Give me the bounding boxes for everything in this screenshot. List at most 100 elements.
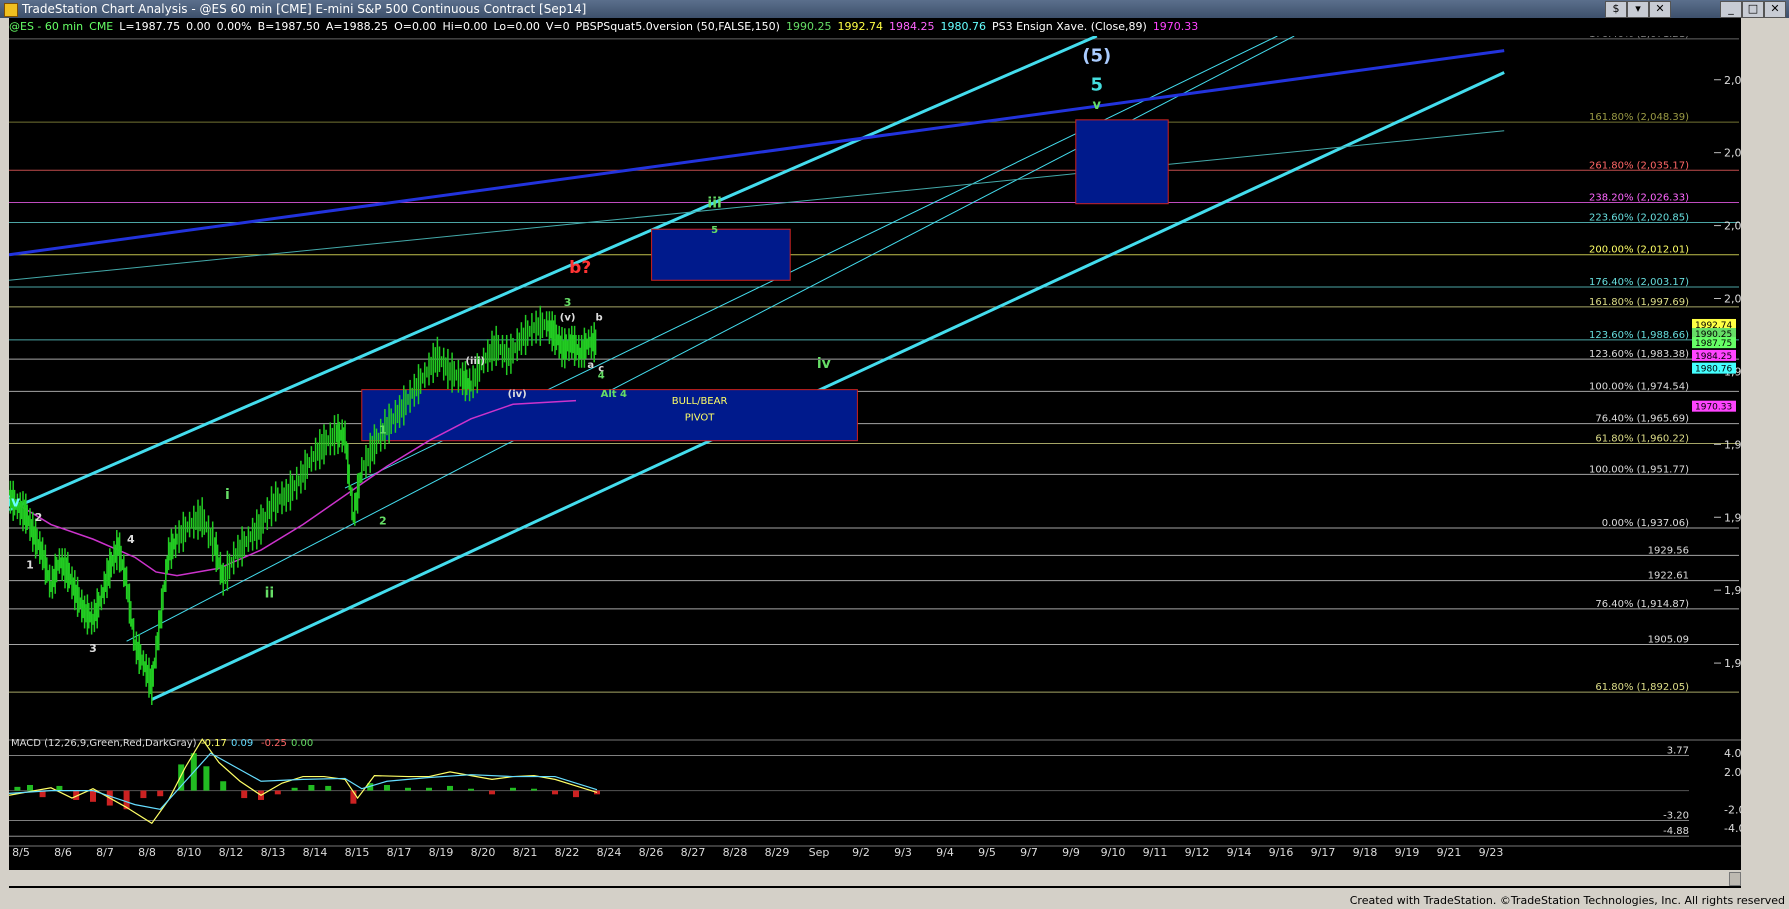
date-label: 9/10 bbox=[1101, 846, 1126, 859]
minimize-button[interactable]: _ bbox=[1720, 1, 1742, 18]
wave-label: 2 bbox=[379, 515, 387, 528]
wave-label: 1 bbox=[379, 423, 387, 436]
macd-signal-line bbox=[8, 752, 598, 810]
high-price: Hi=0.00 bbox=[442, 20, 488, 33]
ask-price: A=1988.25 bbox=[325, 20, 389, 33]
fib-level-label: 1929.56 bbox=[1648, 545, 1689, 556]
price-tick-label: 2,020.00 bbox=[1724, 220, 1741, 233]
indicator2-value: 1970.33 bbox=[1152, 20, 1199, 33]
date-label: 9/21 bbox=[1437, 846, 1462, 859]
wave-label: 1 bbox=[26, 558, 34, 571]
title-bar: TradeStation Chart Analysis - @ES 60 min… bbox=[0, 0, 1789, 18]
low-price: Lo=0.00 bbox=[493, 20, 540, 33]
fib-level-label: 61.80% (1,892.05) bbox=[1595, 682, 1689, 693]
fib-level-label: 100.00% (1,951.77) bbox=[1589, 464, 1689, 475]
date-label: 8/14 bbox=[303, 846, 328, 859]
date-label: 8/13 bbox=[261, 846, 286, 859]
price-tag-label: 1970.33 bbox=[1695, 403, 1732, 413]
macd-label: MACD (12,26,9,Green,Red,DarkGray) bbox=[11, 738, 197, 749]
wave-label: iv bbox=[9, 494, 20, 510]
scroll-thumb[interactable] bbox=[1729, 872, 1741, 886]
macd-tick-label: -2.00 bbox=[1724, 803, 1741, 816]
copyright-footer: Created with TradeStation. ©TradeStation… bbox=[1349, 894, 1785, 907]
price-tick-label: 2,040.00 bbox=[1724, 147, 1741, 160]
wave-label: b bbox=[596, 312, 603, 323]
macd-histogram-bar bbox=[426, 787, 432, 791]
price-chart[interactable]: 176.40% (2,071.21)161.80% (2,048.39)261.… bbox=[6, 16, 1773, 888]
change-percent: 0.00% bbox=[216, 20, 252, 33]
date-label: 9/19 bbox=[1395, 846, 1420, 859]
date-label: 9/23 bbox=[1479, 846, 1504, 859]
macd-histogram-bar bbox=[384, 784, 390, 791]
dropdown-button[interactable]: ▾ bbox=[1627, 1, 1649, 18]
macd-histogram-bar bbox=[405, 787, 411, 791]
wave-label: (iii) bbox=[1079, 36, 1114, 37]
wave-label: (5) bbox=[1082, 46, 1111, 67]
wave-label: 5 bbox=[1091, 75, 1104, 96]
symbol-info-bar: @ES - 60 min CME L=1987.75 0.00 0.00% B=1987.… bbox=[9, 18, 1741, 36]
date-label: 8/12 bbox=[219, 846, 244, 859]
volume: V=0 bbox=[545, 20, 570, 33]
horizontal-scrollbar[interactable] bbox=[9, 870, 1741, 886]
macd-tick-label: -4.00 bbox=[1724, 822, 1741, 835]
fib-level-label: 161.80% (1,997.69) bbox=[1589, 297, 1689, 308]
fib-level-label: 1905.09 bbox=[1648, 635, 1689, 646]
macd-histogram-bar bbox=[552, 790, 558, 795]
fib-level-label: 200.00% (2,012.01) bbox=[1589, 245, 1689, 256]
macd-level-label: -3.20 bbox=[1663, 811, 1689, 822]
wave-label: iv bbox=[817, 356, 831, 372]
fib-level-label: 123.60% (1,988.66) bbox=[1589, 330, 1689, 341]
date-label: 9/16 bbox=[1269, 846, 1294, 859]
maximize-button[interactable]: □ bbox=[1742, 1, 1764, 18]
macd-histogram-bar bbox=[489, 790, 495, 795]
date-label: 8/21 bbox=[513, 846, 538, 859]
wave-label: (iv) bbox=[508, 389, 527, 400]
date-label: 9/12 bbox=[1185, 846, 1210, 859]
date-label: 9/7 bbox=[1020, 846, 1038, 859]
macd-histogram-bar bbox=[573, 790, 579, 798]
date-label: 8/5 bbox=[12, 846, 30, 859]
date-label: 8/17 bbox=[387, 846, 412, 859]
wave-label: a bbox=[587, 360, 594, 371]
price-tag-label: 1980.76 bbox=[1695, 365, 1732, 375]
pivot-label: BULL/BEAR bbox=[672, 396, 728, 407]
chart-area[interactable]: 176.40% (2,071.21)161.80% (2,048.39)261.… bbox=[6, 16, 1773, 888]
macd-histogram-bar bbox=[27, 784, 33, 791]
date-label: 9/9 bbox=[1062, 846, 1080, 859]
date-label: 8/15 bbox=[345, 846, 370, 859]
date-label: 9/14 bbox=[1227, 846, 1252, 859]
fib-level-label: 176.40% (2,003.17) bbox=[1589, 277, 1689, 288]
vertical-scrollbar[interactable] bbox=[1757, 36, 1771, 888]
macd-tick-label: 4.00 bbox=[1724, 747, 1741, 760]
macd-histogram-bar bbox=[531, 788, 537, 791]
macd-value: 0.09 bbox=[231, 738, 253, 749]
bid-price: B=1987.50 bbox=[257, 20, 320, 33]
indicator-value-2: 1992.74 bbox=[837, 20, 883, 33]
date-label: 9/3 bbox=[894, 846, 912, 859]
date-label: 8/29 bbox=[765, 846, 790, 859]
wave-label: iii bbox=[707, 195, 721, 211]
wave-label: 3 bbox=[89, 642, 97, 655]
price-tick-label: 2,000.00 bbox=[1724, 293, 1741, 306]
price-tag-label: 1987.75 bbox=[1695, 339, 1732, 349]
macd-histogram-bar bbox=[90, 790, 96, 802]
date-label: 8/26 bbox=[639, 846, 664, 859]
indicator2-name: PS3 Ensign Xave. (Close,89) bbox=[991, 20, 1147, 33]
last-price: L=1987.75 bbox=[119, 20, 181, 33]
macd-histogram-bar bbox=[140, 790, 147, 799]
symbol-button[interactable]: $ bbox=[1605, 1, 1627, 18]
close-button[interactable]: ✕ bbox=[1764, 1, 1786, 18]
window-title: TradeStation Chart Analysis - @ES 60 min… bbox=[22, 2, 587, 16]
wave-label: 3 bbox=[564, 296, 572, 309]
macd-tick-label: 2.00 bbox=[1724, 766, 1741, 779]
wave-label: i bbox=[225, 487, 230, 503]
fib-level-label: 223.60% (2,020.85) bbox=[1589, 212, 1689, 223]
date-label: 8/7 bbox=[96, 846, 114, 859]
indicator-value-3: 1984.25 bbox=[888, 20, 935, 33]
close-link-button[interactable]: ✕ bbox=[1649, 1, 1671, 18]
macd-histogram-bar bbox=[203, 766, 210, 791]
date-label: 9/11 bbox=[1143, 846, 1168, 859]
wave-label: (v) bbox=[560, 312, 576, 323]
date-label: 9/5 bbox=[978, 846, 996, 859]
price-tick-label: 1,920.00 bbox=[1724, 584, 1741, 597]
